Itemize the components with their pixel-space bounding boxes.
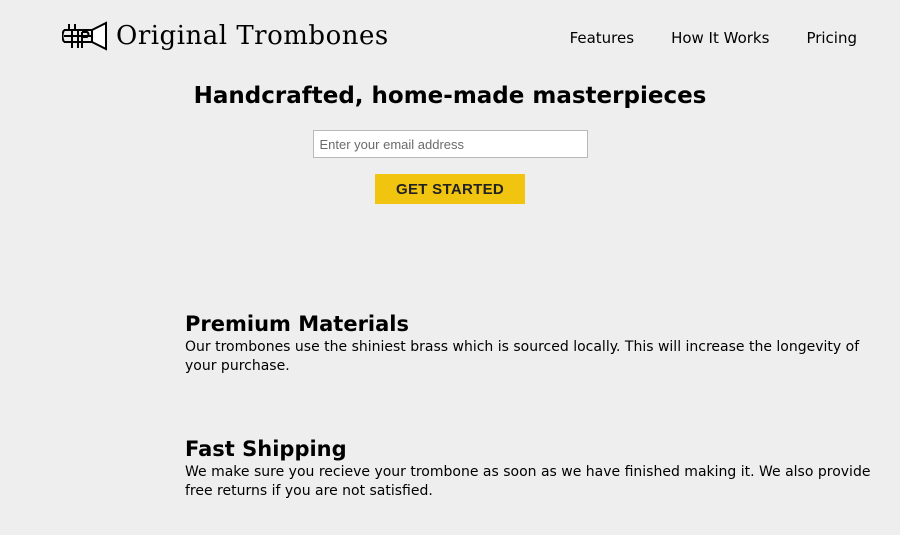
feature-description: We make sure you recieve your trombone a… — [185, 464, 871, 499]
feature-fast-shipping: Fast Shipping We make sure you recieve y… — [185, 435, 885, 501]
logo-text: Original Trombones — [116, 21, 389, 51]
feature-title: Premium Materials — [185, 312, 409, 336]
get-started-button[interactable]: GET STARTED — [375, 174, 525, 204]
hero-section: Handcrafted, home-made masterpieces GET … — [0, 80, 900, 204]
nav-link-pricing[interactable]: Pricing — [806, 29, 857, 47]
nav-link-how-it-works[interactable]: How It Works — [671, 29, 769, 47]
trombone-logo-icon — [62, 21, 107, 51]
main-nav: Features How It Works Pricing — [570, 29, 857, 47]
nav-link-features[interactable]: Features — [570, 29, 635, 47]
feature-description: Our trombones use the shiniest brass whi… — [185, 339, 860, 374]
hero-title: Handcrafted, home-made masterpieces — [193, 83, 707, 109]
logo[interactable]: Original Trombones — [62, 20, 389, 52]
email-input[interactable] — [312, 130, 588, 158]
site-header: Original Trombones Features How It Works… — [0, 0, 900, 70]
feature-premium-materials: Premium Materials Our trombones use the … — [185, 310, 885, 376]
feature-title: Fast Shipping — [185, 437, 347, 461]
